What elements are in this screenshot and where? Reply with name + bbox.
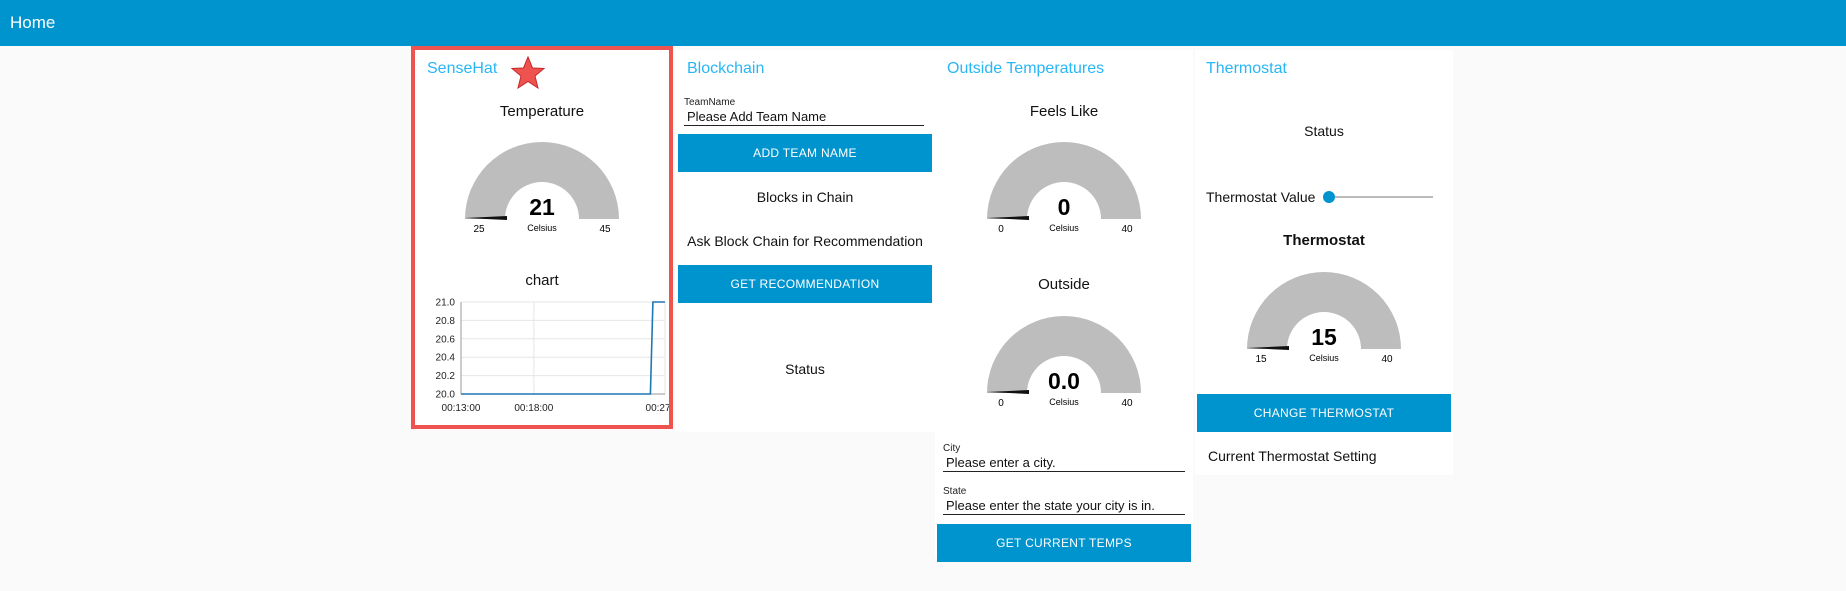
team-name-field: TeamName: [684, 97, 924, 126]
thermostat-slider-track[interactable]: [1329, 196, 1433, 198]
thermostat-gauge-label: Thermostat: [1283, 232, 1365, 249]
gauge-units: Celsius: [1309, 353, 1339, 363]
star-icon: [510, 55, 546, 90]
blocks-in-chain-text: Blocks in Chain: [756, 189, 854, 205]
city-label: City: [943, 443, 961, 454]
outside-temperatures-card: Outside Temperatures Feels Like 0 Celsiu…: [935, 50, 1193, 562]
team-name-input[interactable]: [684, 108, 924, 126]
thermostat-status-text: Status: [1304, 123, 1344, 139]
blockchain-title: Blockchain: [687, 60, 765, 77]
outside-temperatures-title: Outside Temperatures: [947, 60, 1105, 77]
current-thermostat-setting-text: Current Thermostat Setting: [1208, 448, 1377, 464]
gauge-max: 40: [1381, 354, 1393, 365]
thermostat-slider-thumb[interactable]: [1323, 191, 1335, 203]
gauge-min: 0: [998, 398, 1004, 409]
gauge-min: 0: [998, 224, 1004, 235]
thermostat-title: Thermostat: [1206, 60, 1287, 77]
state-field: State: [943, 486, 1185, 515]
gauge-units: Celsius: [1049, 223, 1079, 233]
get-recommendation-button[interactable]: GET RECOMMENDATION: [678, 265, 932, 303]
gauge-min: 15: [1255, 354, 1267, 365]
feels-like-gauge: 0 Celsius 0 40: [987, 142, 1141, 235]
city-input[interactable]: [943, 454, 1185, 472]
gauge-max: 40: [1121, 224, 1133, 235]
top-bar: Home: [0, 0, 1846, 46]
blockchain-card: Blockchain TeamName ADD TEAM NAME Blocks…: [675, 50, 935, 432]
state-input[interactable]: [943, 497, 1185, 515]
thermostat-card: Thermostat Status Thermostat Value Therm…: [1195, 50, 1453, 475]
ask-recommendation-text: Ask Block Chain for Recommendation: [687, 233, 923, 249]
gauge-value: 0: [1058, 194, 1071, 220]
gauge-value: 0.0: [1048, 368, 1080, 394]
page-title: Home: [10, 13, 56, 32]
feels-like-label: Feels Like: [1029, 103, 1099, 120]
gauge-units: Celsius: [1049, 397, 1079, 407]
state-label: State: [943, 486, 967, 497]
change-thermostat-button[interactable]: CHANGE THERMOSTAT: [1197, 394, 1451, 432]
gauge-value: 15: [1311, 324, 1337, 350]
gauge-max: 40: [1121, 398, 1133, 409]
thermostat-slider-label: Thermostat Value: [1206, 189, 1316, 205]
team-name-label: TeamName: [684, 97, 736, 108]
selection-highlight: [411, 46, 673, 429]
blockchain-status-text: Status: [785, 361, 825, 377]
outside-label: Outside: [1038, 276, 1090, 293]
city-field: City: [943, 443, 1185, 472]
add-team-name-button[interactable]: ADD TEAM NAME: [678, 134, 932, 172]
get-current-temps-button[interactable]: GET CURRENT TEMPS: [937, 524, 1191, 562]
